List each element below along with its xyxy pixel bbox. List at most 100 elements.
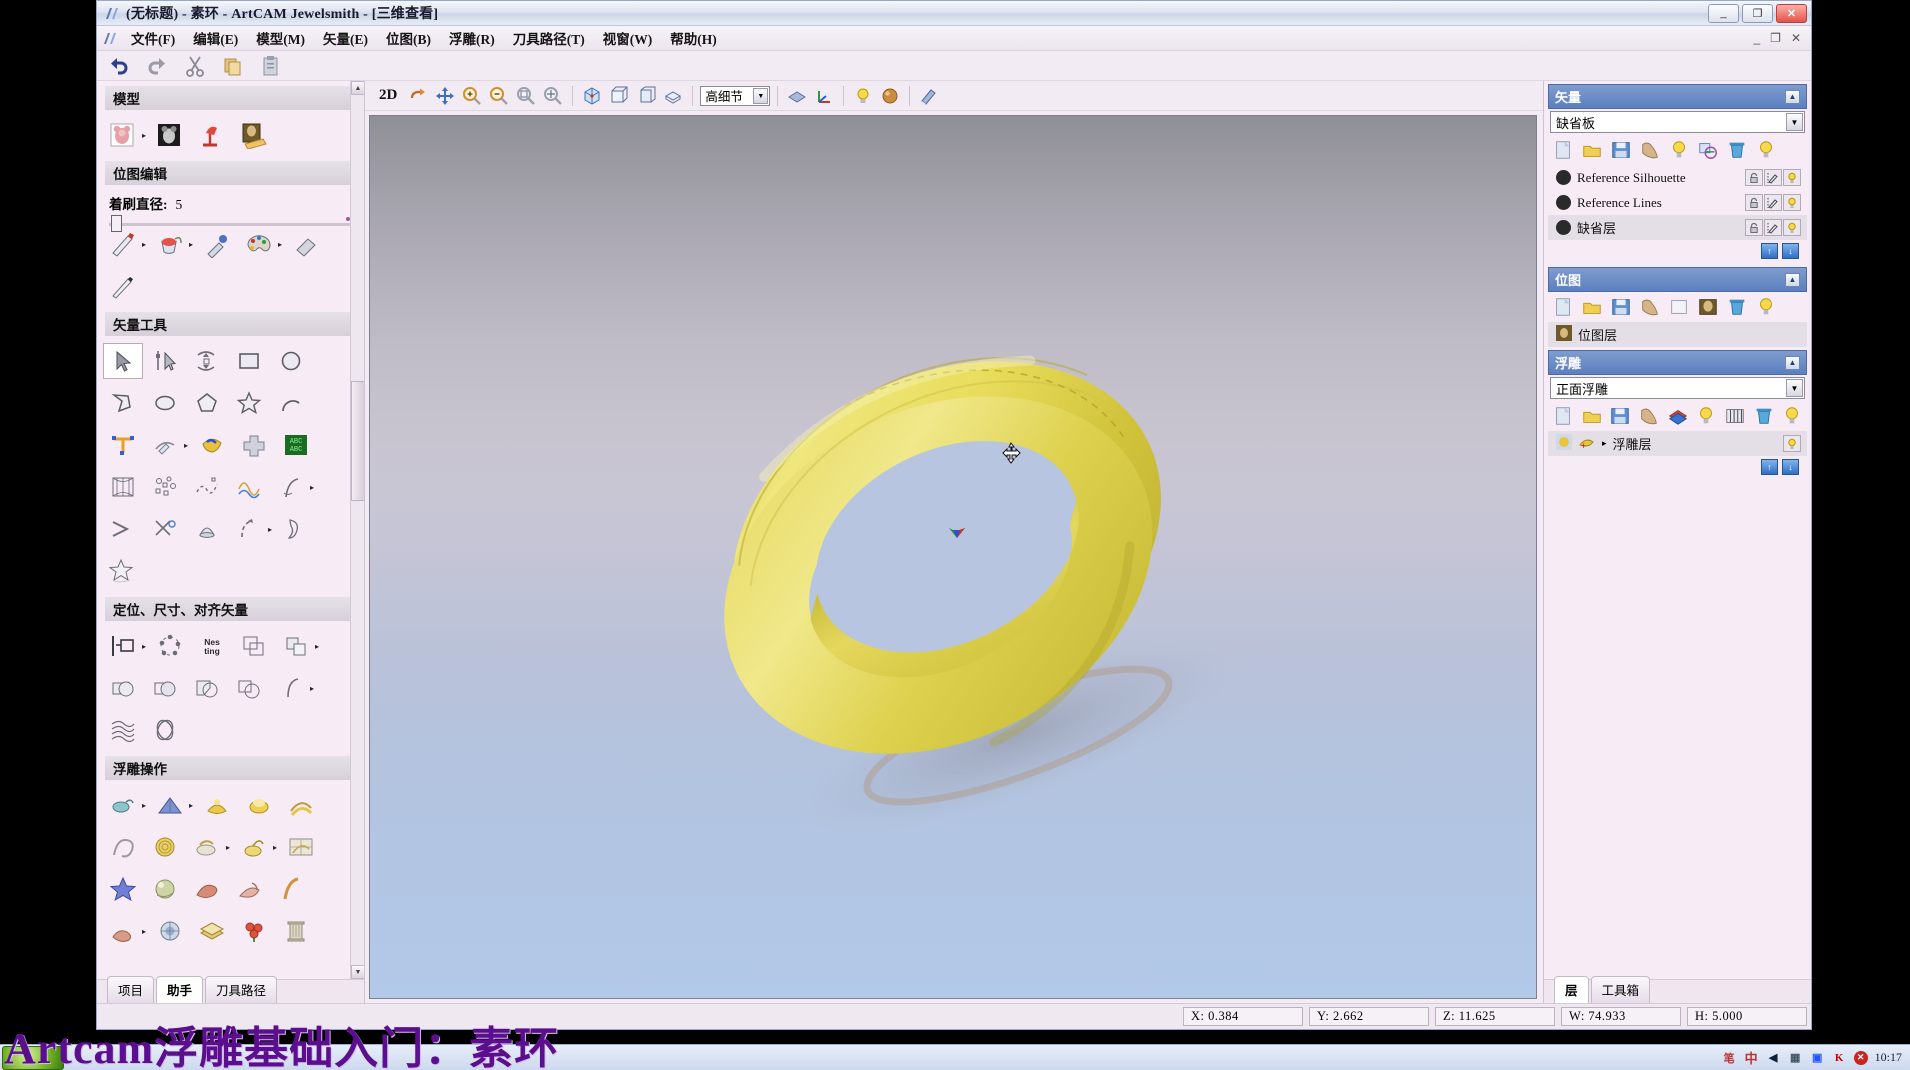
relief-clay[interactable] [103, 913, 143, 949]
merge-layer-icon[interactable] [1695, 139, 1721, 161]
menu-item-relief[interactable]: 浮雕(R) [440, 26, 504, 50]
import-relief-icon[interactable] [1636, 405, 1662, 427]
layer-color-swatch[interactable] [1556, 195, 1571, 210]
shield-icon[interactable]: ✕ [1853, 1050, 1868, 1065]
panel-header-vector[interactable]: 矢量 ▲ [1548, 84, 1807, 109]
minimize-button[interactable]: _ [1708, 3, 1739, 23]
right-panel-tabs[interactable]: 层 工具箱 [1544, 976, 1811, 1003]
relief-layer-toolbar[interactable] [1548, 401, 1807, 431]
menu-item-bitmap[interactable]: 位图(B) [377, 26, 440, 50]
system-tray[interactable]: 笔 中 ◀ ▦ ▣ K ✕ 10:17 [1722, 1050, 1910, 1066]
wave-tool[interactable] [229, 469, 269, 505]
undo-icon[interactable] [107, 54, 131, 78]
tab-project[interactable]: 项目 [107, 976, 155, 1003]
menu-item-model[interactable]: 模型(M) [247, 26, 314, 50]
layer-reorder-controls[interactable]: ↑ ↓ [1548, 240, 1807, 264]
layer-row[interactable]: 缺省层 [1548, 215, 1807, 240]
shape-tool[interactable] [276, 511, 316, 547]
save-relief-icon[interactable] [1607, 405, 1633, 427]
relief-smooth[interactable] [187, 829, 227, 865]
model-grayscale-icon[interactable] [150, 117, 190, 153]
layer-color-swatch[interactable] [1556, 220, 1571, 235]
menu-item-edit[interactable]: 编辑(E) [184, 26, 247, 50]
align-left-tool[interactable] [103, 628, 143, 664]
relief-wrap[interactable] [103, 829, 143, 865]
relief-sculpt[interactable] [187, 871, 227, 907]
palette-icon[interactable] [239, 226, 279, 262]
vector-preset-select[interactable]: 缺省板 ▼ [1550, 111, 1805, 133]
mdi-close-button[interactable]: ✕ [1787, 31, 1805, 45]
line-tool-icon[interactable] [103, 268, 143, 304]
gem-tool[interactable] [192, 427, 232, 463]
greyscale-relief-icon[interactable] [1722, 405, 1748, 427]
relief-spin[interactable] [197, 787, 237, 823]
layer-edit-icon[interactable] [1764, 194, 1782, 211]
window-controls[interactable]: _ ❐ ✕ [1708, 3, 1811, 23]
import-bitmap-icon[interactable] [1637, 296, 1663, 318]
shading-icon[interactable] [785, 84, 809, 108]
detail-level-select[interactable]: 高细节 ▼ [700, 85, 771, 106]
scroll-thumb[interactable] [351, 381, 364, 501]
text-tool[interactable] [103, 427, 143, 463]
layer-lock-icon[interactable] [1745, 194, 1763, 211]
menu-bar[interactable]: 文件(F) 编辑(E) 模型(M) 矢量(E) 位图(B) 浮雕(R) 刀具路径… [97, 26, 1811, 51]
new-relief-icon[interactable] [1550, 405, 1576, 427]
open-bitmap-icon[interactable] [1579, 296, 1605, 318]
layer-row[interactable]: + ▸ 浮雕层 [1548, 431, 1807, 456]
viewport-toolbar[interactable]: 2D 高细节 ▼ [365, 81, 1543, 111]
spline-tool[interactable] [271, 469, 311, 505]
tab-toolpath[interactable]: 刀具路径 [205, 976, 278, 1003]
menu-item-window[interactable]: 视窗(W) [594, 26, 662, 50]
close-button[interactable]: ✕ [1776, 3, 1807, 23]
layer-lock-icon[interactable] [1745, 219, 1763, 236]
abc-grid-tool[interactable]: ABC ABC [276, 427, 316, 463]
relief-sphere[interactable] [145, 871, 185, 907]
relief-layer[interactable] [192, 913, 232, 949]
side-view-icon[interactable] [634, 84, 658, 108]
3d-viewport-canvas[interactable] [369, 115, 1537, 999]
tray-expand-icon[interactable]: ◀ [1766, 1050, 1781, 1065]
show-all-layers-icon[interactable] [1753, 139, 1779, 161]
relief-column[interactable] [276, 913, 316, 949]
new-bitmap-icon[interactable] [1550, 296, 1576, 318]
move-layer-down-button[interactable]: ↓ [1782, 243, 1799, 259]
delete-layer-icon[interactable] [1724, 139, 1750, 161]
mdi-restore-button[interactable]: ❐ [1766, 31, 1785, 45]
front-view-icon[interactable] [607, 84, 631, 108]
new-model-icon[interactable] [103, 117, 143, 153]
mdi-window-controls[interactable]: _ ❐ ✕ [1749, 31, 1811, 45]
left-panel-scrollbar[interactable]: ▲ ▼ [350, 81, 364, 979]
curve-fit-tool[interactable] [187, 469, 227, 505]
paste-icon[interactable] [259, 54, 283, 78]
delete-bitmap-icon[interactable] [1724, 296, 1750, 318]
axes-icon[interactable] [812, 84, 836, 108]
duplicate-tool[interactable] [276, 628, 316, 664]
polygon-tool[interactable] [187, 385, 227, 421]
zoom-window-icon[interactable] [514, 84, 538, 108]
paint-icon[interactable] [917, 84, 941, 108]
star-fill-tool[interactable] [103, 553, 143, 589]
circular-array-tool[interactable] [150, 628, 190, 664]
ime-pen-icon[interactable]: 笔 [1722, 1050, 1737, 1065]
new-layer-icon[interactable] [1550, 139, 1576, 161]
menu-item-vector[interactable]: 矢量(E) [314, 26, 377, 50]
chevron-down-icon[interactable]: ▼ [753, 87, 769, 104]
move-layer-up-button[interactable]: ↑ [1761, 243, 1778, 259]
panel-header-bitmap[interactable]: 位图 ▲ [1548, 267, 1807, 292]
bevel-tool[interactable] [187, 511, 227, 547]
polyline-tool[interactable] [103, 385, 143, 421]
relief-tile[interactable] [281, 829, 321, 865]
blank-bitmap-icon[interactable] [1666, 296, 1692, 318]
zoom-in-icon[interactable] [460, 84, 484, 108]
relief-shape-editor[interactable] [103, 787, 143, 823]
scatter-tool[interactable] [145, 469, 185, 505]
tab-toolbox[interactable]: 工具箱 [1590, 976, 1651, 1003]
layer-visibility-icon[interactable] [1783, 219, 1801, 236]
nesting-tool[interactable]: Nes ting [192, 628, 232, 664]
transform-tool[interactable] [187, 343, 227, 379]
cross-tool[interactable] [234, 427, 274, 463]
relief-preset-select[interactable]: 正面浮雕 ▼ [1550, 377, 1805, 399]
layer-controls[interactable] [1745, 219, 1805, 236]
tab-layers[interactable]: 层 [1554, 976, 1589, 1003]
paint-bucket-icon[interactable] [150, 226, 190, 262]
